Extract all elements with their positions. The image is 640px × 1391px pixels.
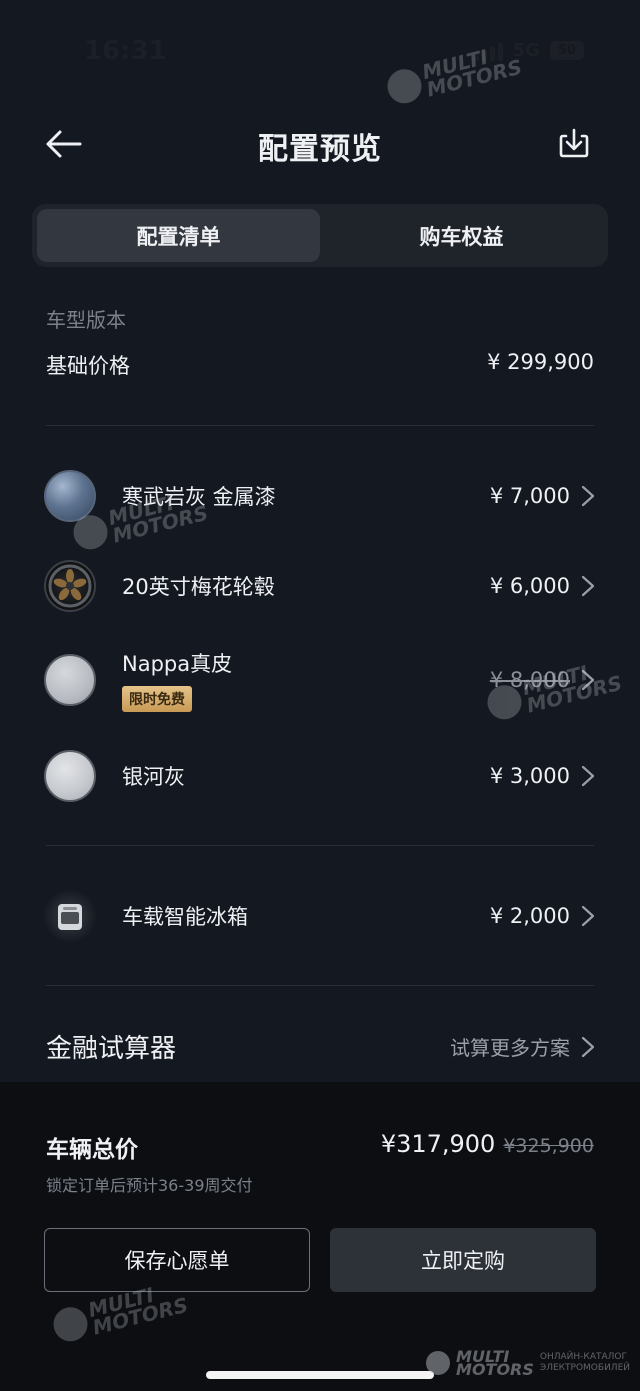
option-price: ¥ 2,000 <box>489 904 570 928</box>
chevron-right-icon <box>581 1036 595 1057</box>
limited-free-badge: 限时免费 <box>122 686 192 712</box>
order-now-button[interactable]: 立即定购 <box>330 1228 596 1292</box>
option-price-struck: ¥ 8,000 <box>489 668 570 692</box>
option-row-wheels[interactable]: 20英寸梅花轮毂 ¥ 6,000 <box>44 556 596 616</box>
base-price-value: ¥ 299,900 <box>487 350 594 374</box>
wheel-icon <box>48 564 92 608</box>
option-price: ¥ 3,000 <box>489 764 570 788</box>
interior-swatch-thumbnail <box>44 750 96 802</box>
signal-icon <box>473 41 503 61</box>
base-price-row: 基础价格 ¥ 299,900 <box>46 350 594 380</box>
option-name: 车载智能冰箱 <box>122 905 248 929</box>
base-price-label: 基础价格 <box>46 354 130 378</box>
total-price-value: ¥317,900 <box>380 1130 496 1158</box>
chevron-right-icon <box>581 905 595 927</box>
more-plans-link[interactable]: 试算更多方案 <box>450 1032 596 1061</box>
option-row-interior-color[interactable]: 银河灰 ¥ 3,000 <box>44 746 596 806</box>
original-price-value: ¥325,900 <box>503 1135 594 1157</box>
option-name: 20英寸梅花轮毂 <box>122 575 275 599</box>
save-wishlist-button[interactable]: 保存心愿单 <box>44 1228 310 1292</box>
section-label-model-version: 车型版本 <box>46 308 126 332</box>
fridge-icon <box>58 904 82 930</box>
option-name: Nappa真皮 <box>122 652 233 676</box>
more-plans-label: 试算更多方案 <box>450 1036 570 1060</box>
download-button[interactable] <box>554 124 594 164</box>
leather-swatch-thumbnail <box>44 654 96 706</box>
chevron-right-icon <box>581 485 595 507</box>
finance-title: 金融试算器 <box>46 1034 177 1064</box>
wheel-thumbnail <box>44 560 96 612</box>
option-row-paint[interactable]: 寒武岩灰 金属漆 ¥ 7,000 <box>44 466 596 526</box>
fridge-thumbnail <box>44 890 96 942</box>
delivery-estimate: 锁定订单后预计36-39周交付 <box>46 1176 253 1195</box>
network-label: 5G <box>512 40 540 61</box>
option-row-nappa-leather[interactable]: Nappa真皮 限时免费 ¥ 8,000 <box>44 650 596 712</box>
finance-calculator-row[interactable]: 金融试算器 试算更多方案 <box>46 1028 596 1065</box>
total-price-label: 车辆总价 <box>46 1137 138 1163</box>
tab-bar: 配置清单 购车权益 <box>32 204 608 267</box>
divider <box>46 845 594 846</box>
battery-icon: 50 <box>549 41 584 60</box>
option-name: 银河灰 <box>122 765 185 789</box>
divider <box>46 985 594 986</box>
tab-config-list[interactable]: 配置清单 <box>37 209 320 262</box>
chevron-right-icon <box>581 575 595 597</box>
tab-purchase-benefits[interactable]: 购车权益 <box>320 209 603 262</box>
paint-swatch-thumbnail <box>44 470 96 522</box>
status-time: 16:31 <box>84 36 167 66</box>
option-name: 寒武岩灰 金属漆 <box>122 485 276 509</box>
order-summary-panel: 车辆总价 ¥317,900 ¥325,900 锁定订单后预计36-39周交付 保… <box>0 1082 640 1391</box>
chevron-right-icon <box>581 765 595 787</box>
option-row-fridge[interactable]: 车载智能冰箱 ¥ 2,000 <box>44 886 596 946</box>
status-icons: 5G 50 <box>473 40 584 61</box>
header: 配置预览 <box>0 110 640 180</box>
download-icon <box>559 128 589 158</box>
home-indicator[interactable] <box>206 1371 434 1379</box>
page-title: 配置预览 <box>258 132 382 167</box>
chevron-right-icon <box>581 669 595 691</box>
option-price: ¥ 7,000 <box>489 484 570 508</box>
option-price: ¥ 6,000 <box>489 574 570 598</box>
divider <box>46 425 594 426</box>
status-bar: 16:31 5G 50 <box>0 0 640 100</box>
total-price: ¥317,900 ¥325,900 <box>381 1130 594 1158</box>
